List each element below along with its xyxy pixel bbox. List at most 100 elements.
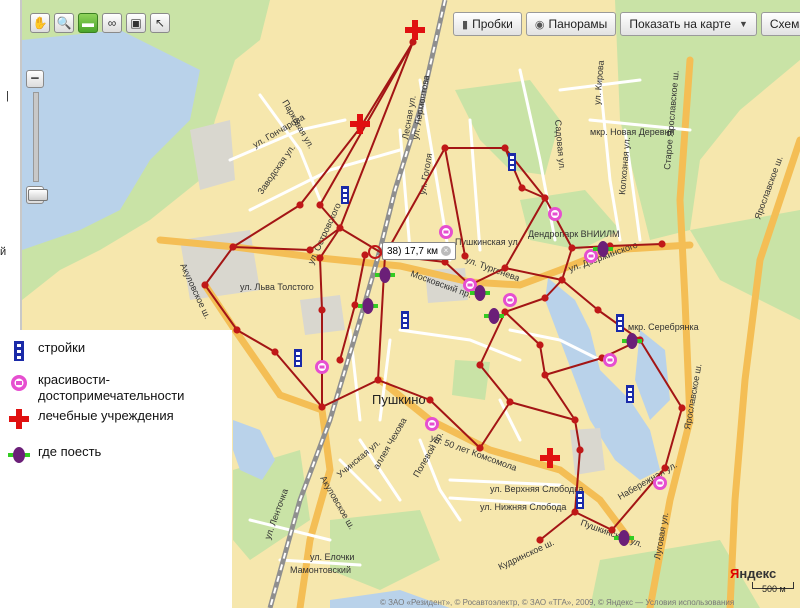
chevron-down-icon: ▼ <box>738 19 748 29</box>
construction-icon[interactable] <box>401 311 409 329</box>
construction-icon[interactable] <box>294 349 302 367</box>
panoramas-button[interactable]: ◉ Панорамы <box>525 12 617 36</box>
street-label: Пушкинская ул. <box>455 237 520 247</box>
close-icon[interactable]: × <box>440 246 451 256</box>
magnifier-icon: 🔍 <box>56 16 72 30</box>
tooltip-distance: 17,7 км <box>404 245 438 257</box>
scale-label: 500 м <box>762 584 786 594</box>
legend-label-construction: стройки <box>38 340 86 355</box>
construction-icon[interactable] <box>508 153 516 171</box>
construction-icon[interactable] <box>576 491 584 509</box>
map-layer-buttons: ▮ Пробки ◉ Панорамы Показать на карте ▼ Схе… <box>453 11 800 37</box>
route-node <box>558 276 566 284</box>
zoom-slider-track[interactable] <box>28 92 48 201</box>
landmark-icon[interactable] <box>603 353 617 367</box>
route-node <box>536 341 544 349</box>
landmark-icon[interactable] <box>425 417 439 431</box>
street-label: ул. Елочки <box>310 552 354 562</box>
legend-item-construction: стройки <box>8 340 85 362</box>
route-node <box>476 444 484 452</box>
route-node <box>661 464 669 472</box>
route-node <box>571 508 579 516</box>
route-node <box>361 251 369 259</box>
binoculars-icon: ∞ <box>107 16 117 30</box>
map-tools: ✋ 🔍 ▬ ∞ ▣ ↖ <box>30 10 170 36</box>
legend-panel: стройки красивости- достопримечательност… <box>0 330 232 608</box>
logo-rest: ндекс <box>739 566 777 581</box>
route-node <box>541 371 549 379</box>
map-type-dropdown[interactable]: Схема▼ <box>760 12 800 36</box>
landmark-icon[interactable] <box>653 476 667 490</box>
route-node <box>318 403 326 411</box>
zoom-out-button[interactable]: − <box>26 70 44 88</box>
street-label: мкр. Серебрянка <box>628 322 699 332</box>
ruler-icon: ▬ <box>82 16 94 30</box>
street-label: Дендропарк ВНИИЛМ <box>528 229 620 239</box>
traffic-label: Пробки <box>472 17 513 31</box>
print-icon: ▣ <box>130 16 142 30</box>
street-label: ул. Верхняя Слободка <box>490 484 583 494</box>
route-node <box>501 144 509 152</box>
street-label: ул. Нижняя Слобода <box>480 502 566 512</box>
pointer-icon: ↖ <box>154 16 166 30</box>
distance-tooltip: 38) 17,7 км × <box>382 242 456 260</box>
route-node <box>374 376 382 384</box>
landmark-icon[interactable] <box>439 225 453 239</box>
construction-icon[interactable] <box>616 314 624 332</box>
food-icon <box>8 444 30 466</box>
route-node <box>201 281 209 289</box>
route-node <box>594 306 602 314</box>
street-label: ул. Льва Толстого <box>240 282 314 292</box>
route-node <box>336 356 344 364</box>
legend-item-medical: лечебные учреждения <box>8 408 174 430</box>
route-node <box>658 240 666 248</box>
route-node <box>541 294 549 302</box>
traffic-button[interactable]: ▮ Пробки <box>453 12 522 36</box>
camera-icon: ◉ <box>534 18 545 31</box>
binoculars-tool-button[interactable]: ∞ <box>102 13 122 33</box>
route-node <box>318 306 326 314</box>
landmark-icon <box>8 372 30 394</box>
panoramas-label: Панорамы <box>548 17 608 31</box>
route-node <box>351 301 359 309</box>
route-node <box>541 194 549 202</box>
legend-label-medical: лечебные учреждения <box>38 408 174 423</box>
map-type-label: Схема <box>769 17 800 31</box>
ruler-tool-button[interactable]: ▬ <box>78 13 98 33</box>
hand-tool-button[interactable]: ✋ <box>30 13 50 33</box>
construction-icon[interactable] <box>626 385 634 403</box>
magnifier-tool-button[interactable]: 🔍 <box>54 13 74 33</box>
route-node <box>476 361 484 369</box>
landmark-icon[interactable] <box>463 278 477 292</box>
route-node <box>576 446 584 454</box>
landmark-icon[interactable] <box>548 207 562 221</box>
route-node <box>426 396 434 404</box>
landmark-icon[interactable] <box>503 293 517 307</box>
logo-letter: Я <box>730 566 740 581</box>
show-on-map-dropdown[interactable]: Показать на карте ▼ <box>620 12 757 36</box>
route-node <box>501 264 509 272</box>
zoom-control: − + <box>26 70 50 204</box>
route-node <box>518 184 526 192</box>
construction-icon[interactable] <box>341 186 349 204</box>
hand-icon: ✋ <box>32 16 48 30</box>
legend-item-food: где поесть <box>8 444 101 466</box>
route-node <box>608 526 616 534</box>
medical-cross-icon <box>8 408 30 430</box>
pointer-tool-button[interactable]: ↖ <box>150 13 170 33</box>
left-edge-border <box>20 0 22 330</box>
landmark-icon[interactable] <box>584 249 598 263</box>
left-edge-panel <box>0 0 22 330</box>
landmark-icon[interactable] <box>315 360 329 374</box>
route-node <box>441 144 449 152</box>
zoom-slider-thumb[interactable] <box>28 189 48 201</box>
construction-icon <box>8 340 30 362</box>
route-node <box>316 201 324 209</box>
route-node <box>229 243 237 251</box>
copyright-text: © ЗАО «Резидент», © Росавтоэлектр, © ЗАО… <box>380 598 735 607</box>
traffic-light-icon: ▮ <box>462 18 469 31</box>
print-tool-button[interactable]: ▣ <box>126 13 146 33</box>
route-node <box>678 404 686 412</box>
route-node <box>336 224 344 232</box>
route-node <box>296 201 304 209</box>
